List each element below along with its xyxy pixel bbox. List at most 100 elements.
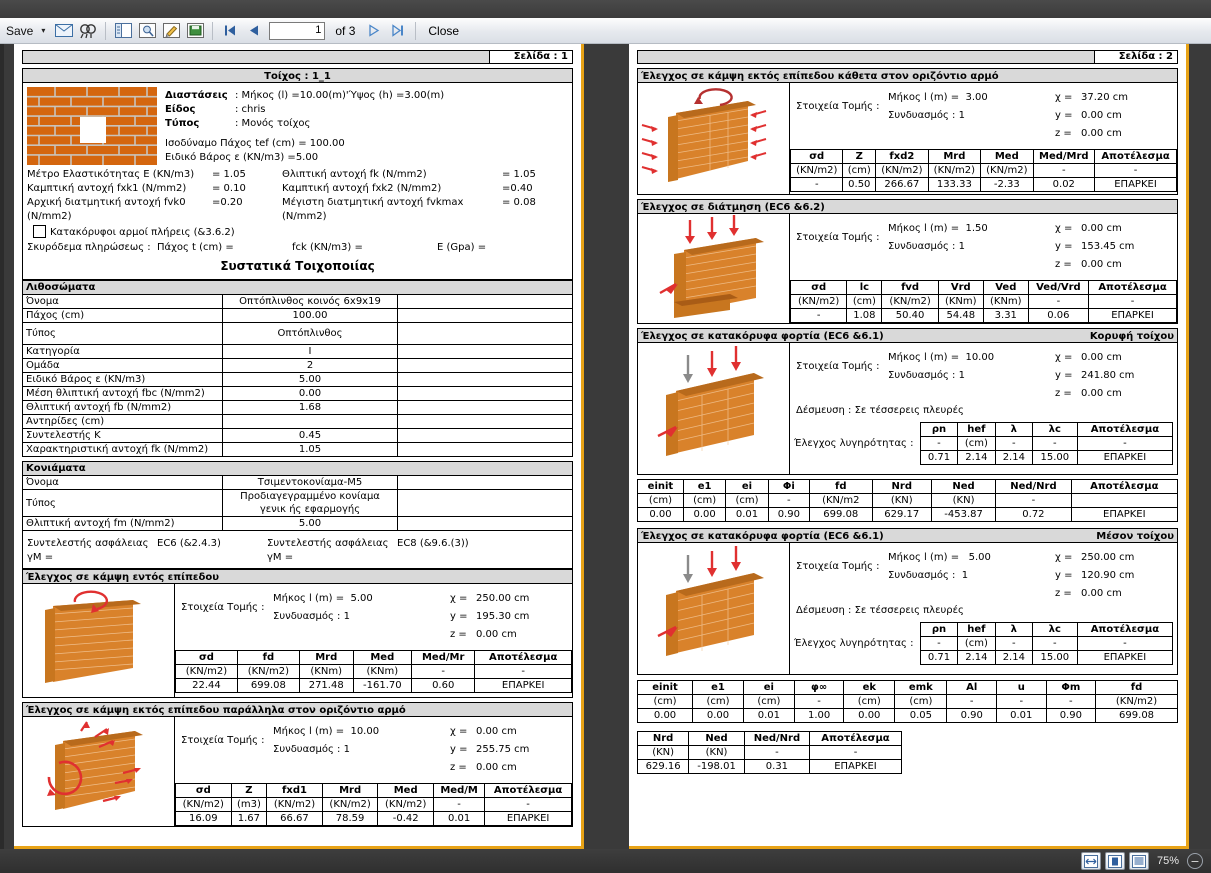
- save-button[interactable]: Save: [2, 24, 37, 38]
- col-unit: -: [474, 664, 572, 679]
- last-page-icon[interactable]: [387, 20, 409, 42]
- zoom-out-icon[interactable]: −: [1187, 853, 1203, 869]
- fit-width-icon[interactable]: [1080, 852, 1101, 870]
- col-unit: -: [432, 797, 486, 812]
- col-unit: (cm): [894, 694, 948, 709]
- subtitle-text: Κορυφή τοίχου: [1089, 331, 1174, 342]
- table-units-row: (KN/m2) (KN/m2) (KNm) (KNm) - -: [175, 664, 572, 679]
- table-units-row: (KN/m2) (cm) (KN/m2) (KN/m2) (KN/m2) - -: [789, 163, 1177, 178]
- cell-value: 66.67: [266, 811, 323, 826]
- combo-label: Συνδυασμός :: [273, 744, 341, 755]
- page-number-input[interactable]: 1: [269, 21, 326, 40]
- table-row: Κατηγορία Ι: [22, 344, 573, 359]
- mail-icon[interactable]: [53, 20, 75, 42]
- row-key: Συντελεστής Κ: [22, 428, 223, 443]
- first-page-icon[interactable]: [219, 20, 241, 42]
- length-label: Μήκος l (m) =: [888, 92, 960, 103]
- col-unit: (KNm): [982, 294, 1029, 309]
- close-button[interactable]: Close: [422, 24, 465, 38]
- page-label: Σελίδα : 1: [489, 50, 573, 64]
- row-extra: [397, 428, 573, 443]
- table-values-row: 0.71 2.14 2.14 15.00 ΕΠΑΡΚΕΙ: [920, 450, 1174, 465]
- col-header: Mrd: [298, 650, 354, 665]
- row-key: Τύπος: [22, 322, 223, 345]
- next-page-icon[interactable]: [363, 20, 385, 42]
- strength-rows: Μέτρο Ελαστικότητας Ε (KN/m3) = 1.05 Θλι…: [27, 168, 568, 255]
- infill-row: Σκυρόδεμα πληρώσεως : Πάχος t (cm) = fck…: [27, 241, 568, 255]
- safety-value-2: EC8 (&9.6.(3)): [397, 538, 469, 549]
- combo-label: Συνδυασμός :: [888, 370, 956, 381]
- col-header: ek: [843, 680, 896, 695]
- coordinates: χ = 250.00 cm y = 195.30 cm z = 0.00 cm: [450, 593, 530, 640]
- vertical-joints-checkbox[interactable]: [33, 225, 46, 238]
- col-unit: (KN): [688, 745, 745, 760]
- table-values-row: 22.44 699.08 271.48 -161.70 0.60 ΕΠΑΡΚΕΙ: [175, 678, 572, 693]
- cell-value: 699.08: [1095, 708, 1178, 723]
- col-header: ρn: [920, 422, 958, 437]
- table-values-row: - 1.08 50.40 54.48 3.31 0.06 ΕΠΑΡΚΕΙ: [789, 308, 1177, 323]
- status-badge: ΕΠΑΡΚΕΙ: [474, 678, 572, 693]
- row-value: Οπτόπλινθος κοινός 6x9x19: [222, 294, 398, 309]
- col-unit: (cm): [842, 163, 877, 178]
- cell-value: 0.71: [920, 450, 958, 465]
- col-header: Αποτέλεσμα: [484, 783, 572, 798]
- continuous-page-icon[interactable]: [1128, 852, 1149, 870]
- header-fill: [637, 50, 1094, 64]
- report-viewport[interactable]: Σελίδα : 1 Τοίχος : 1_1 Διαστάσεις: Μήκ…: [0, 44, 1211, 849]
- table-row: Ειδικό Βάρος ε (KN/m3) 5.00: [22, 372, 573, 387]
- col-header: Ned: [930, 479, 997, 494]
- panel-icon[interactable]: [112, 20, 134, 42]
- cell-value: 0.50: [842, 177, 877, 192]
- col-unit: -: [809, 745, 902, 760]
- col-unit: -: [946, 694, 997, 709]
- combo-label: Συνδυασμός :: [273, 611, 341, 622]
- coord-y: 195.30 cm: [476, 611, 530, 622]
- col-header: Αποτέλεσμα: [1088, 280, 1177, 295]
- row-value-2: =0.40: [502, 183, 533, 194]
- length-value: 1.50: [965, 223, 988, 234]
- check-in-plane-table: σd fd Mrd Med Med/Mr Αποτέλεσμα (KN/m2) …: [175, 650, 572, 693]
- section-data-label: Στοιχεία Τομής :: [796, 101, 880, 112]
- restraint-value: Σε τέσσερεις πλευρές: [854, 405, 964, 416]
- row-key: Όνομα: [22, 294, 223, 309]
- coord-x: 250.00 cm: [1081, 552, 1135, 563]
- length-value: 10.00: [350, 726, 380, 737]
- col-header: ρn: [920, 622, 958, 637]
- page-header-1: Σελίδα : 1: [22, 50, 573, 64]
- vertical-joints-label: Κατακόρυφοι αρμοί πλήρεις (&3.6.2): [50, 227, 235, 238]
- cell-value: 2.14: [956, 450, 996, 465]
- cell-value: -453.87: [930, 507, 997, 522]
- export-icon[interactable]: [184, 20, 206, 42]
- col-header: fvd: [881, 280, 939, 295]
- col-header: Z: [842, 149, 877, 164]
- prev-page-icon[interactable]: [243, 20, 265, 42]
- table-row: Λιθοσώματα: [22, 280, 573, 295]
- coord-y: 0.00 cm: [1081, 110, 1122, 121]
- table-values-row: 0.71 2.14 2.14 15.00 ΕΠΑΡΚΕΙ: [920, 650, 1174, 665]
- combo-label: Συνδυασμός :: [888, 110, 956, 121]
- section-data-label: Στοιχεία Τομής :: [796, 232, 880, 243]
- print-preview-icon[interactable]: [136, 20, 158, 42]
- col-unit: (KN): [930, 493, 997, 508]
- row-key: Ειδικό Βάρος ε (KN/m3): [22, 372, 223, 387]
- col-unit: (KN/m2): [266, 797, 323, 812]
- col-unit: (KNm): [352, 664, 413, 679]
- col-unit: -: [411, 664, 476, 679]
- page-header-2: Σελίδα : 2: [637, 50, 1178, 64]
- row-key: Κατηγορία: [22, 344, 223, 359]
- kind-label: Είδος: [165, 104, 196, 115]
- length-label: Μήκος l (m) =: [888, 552, 960, 563]
- find-icon[interactable]: [77, 20, 99, 42]
- cell-value: 0.05: [894, 708, 948, 723]
- edit-icon[interactable]: [160, 20, 182, 42]
- single-page-icon[interactable]: [1104, 852, 1125, 870]
- cell-value: 0.06: [1027, 308, 1090, 323]
- col-header: Med: [377, 783, 434, 798]
- col-unit: -: [1032, 163, 1096, 178]
- table-values-row: - 0.50 266.67 133.33 -2.33 0.02 ΕΠΑΡΚΕΙ: [789, 177, 1177, 192]
- section-data-label: Στοιχεία Τομής :: [181, 602, 265, 613]
- save-dropdown-caret[interactable]: ▾: [39, 26, 51, 35]
- table-units-row: (KN/m2) (m3) (KN/m2) (KN/m2) (KN/m2) - -: [175, 797, 572, 812]
- coord-z: 0.00 cm: [1081, 259, 1122, 270]
- check-out-perp-table: σd Z fxd2 Mrd Med Med/Mrd Αποτέλεσμα (KN…: [789, 149, 1177, 192]
